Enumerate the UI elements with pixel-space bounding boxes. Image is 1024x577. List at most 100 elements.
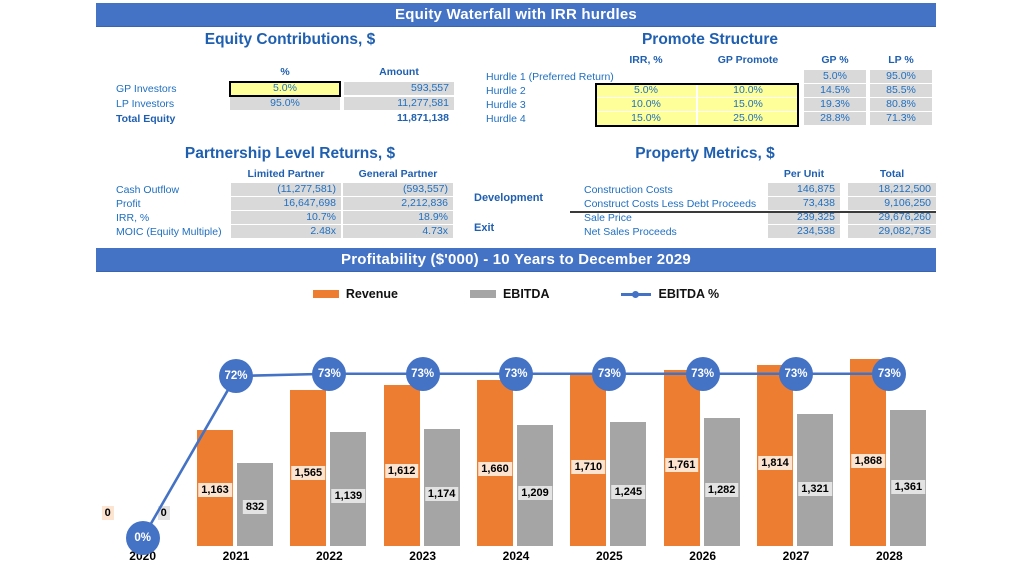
hurdle-3-lp-pct: 80.8% [870, 98, 932, 111]
row-label-irr: IRR, % [116, 212, 150, 224]
ebitda-pct-line-icon [621, 289, 652, 299]
legend-label-ebitda-pct: EBITDA % [658, 287, 720, 301]
row-label-construct-costs-less-debt: Construct Costs Less Debt Proceeds [584, 198, 757, 210]
profit-lp: 16,647,698 [231, 197, 341, 210]
table-row: Hurdle 4 15.0% 25.0% 28.8% 71.3% [486, 112, 936, 126]
table-row: Net Sales Proceeds 234,538 29,082,735 [474, 225, 936, 239]
ebitda-pct-line [141, 372, 890, 539]
partnership-header-lp: Limited Partner [247, 168, 325, 180]
ebitda-pct-marker[interactable]: 73% [312, 356, 347, 391]
row-label-construction-costs: Construction Costs [584, 184, 673, 196]
hurdle-4-lp-pct: 71.3% [870, 112, 932, 125]
hurdle-4-irr-input[interactable]: 15.0% [596, 112, 696, 125]
equity-contributions-table: % Amount GP Investors 5.0% 593,557 LP In… [116, 66, 456, 127]
partnership-header-gp: General Partner [358, 168, 438, 180]
partnership-returns-title: Partnership Level Returns, $ [184, 145, 396, 162]
ebitda-pct-marker[interactable]: 73% [779, 356, 813, 391]
property-header-total: Total [879, 168, 905, 180]
spreadsheet-dashboard: Equity Waterfall with IRR hurdles Equity… [0, 0, 1024, 577]
construct-less-debt-total: 9,106,250 [848, 197, 936, 210]
hurdle-3-irr-input[interactable]: 10.0% [596, 98, 696, 111]
property-group-development: Development [474, 192, 544, 204]
table-row: MOIC (Equity Multiple) 2.48x 4.73x [116, 225, 456, 239]
x-axis-label: 2027 [782, 549, 810, 563]
legend-item-ebitda[interactable]: EBITDA [469, 287, 550, 301]
ebitda-pct-marker[interactable]: 73% [592, 356, 627, 391]
table-row: Profit 16,647,698 2,212,836 [116, 197, 456, 211]
table-row: Total Equity 11,871,138 [116, 112, 456, 127]
x-axis-label: 2021 [222, 549, 250, 563]
hurdle-2-irr-input[interactable]: 5.0% [596, 84, 696, 97]
ebitda-pct-marker[interactable]: 73% [685, 356, 720, 391]
row-label-hurdle-3: Hurdle 3 [486, 99, 526, 111]
hurdle-1-gp-pct: 5.0% [804, 70, 866, 83]
gp-pct-input[interactable]: 5.0% [230, 82, 340, 95]
row-label-gp-investors: GP Investors [116, 83, 177, 95]
legend-item-revenue[interactable]: Revenue [312, 287, 398, 301]
net-sales-total: 29,082,735 [848, 225, 936, 238]
chart-plot-area: 0 0 1,163 832 1,565 1,139 1,612 1,174 1,660 1,209… [96, 306, 936, 555]
hurdle-3-promote-input[interactable]: 15.0% [698, 98, 798, 111]
chart-title-banner: Profitability ($'000) - 10 Years to Dece… [96, 248, 936, 271]
ebitda-pct-marker[interactable]: 73% [872, 356, 907, 391]
irr-gp: 18.9% [343, 211, 453, 224]
row-label-hurdle-1: Hurdle 1 (Preferred Return) [486, 71, 614, 83]
legend-label-ebitda: EBITDA [502, 287, 550, 301]
dashboard-title-banner: Equity Waterfall with IRR hurdles [96, 3, 936, 26]
property-metrics-divider [570, 211, 936, 213]
moic-gp: 4.73x [343, 225, 453, 238]
row-label-cash-outflow: Cash Outflow [116, 184, 180, 196]
hurdle-2-lp-pct: 85.5% [870, 84, 932, 97]
lp-pct-value: 95.0% [230, 97, 340, 110]
partnership-returns-table: Limited Partner General Partner Cash Out… [116, 168, 456, 239]
construct-less-debt-per-unit: 73,438 [768, 197, 840, 210]
x-axis-label: 2022 [315, 549, 343, 563]
table-row: GP Investors 5.0% 593,557 [116, 82, 456, 97]
x-axis-label: 2028 [875, 549, 903, 563]
equity-header-pct: % [280, 66, 290, 78]
equity-contributions-title: Equity Contributions, $ [204, 31, 376, 48]
table-row: Construct Costs Less Debt Proceeds 73,43… [474, 197, 936, 211]
irr-lp: 10.7% [231, 211, 341, 224]
cash-outflow-lp: (11,277,581) [231, 183, 341, 196]
hurdle-4-gp-pct: 28.8% [804, 112, 866, 125]
equity-header-amount: Amount [379, 66, 419, 78]
table-row: LP Investors 95.0% 11,277,581 [116, 97, 456, 112]
ebitda-pct-marker[interactable]: 0% [125, 521, 160, 555]
net-sales-per-unit: 234,538 [768, 225, 840, 238]
property-metrics-title: Property Metrics, $ [635, 145, 775, 162]
row-label-hurdle-4: Hurdle 4 [486, 113, 526, 125]
ebitda-pct-marker[interactable]: 73% [405, 356, 440, 391]
table-row: Cash Outflow (11,277,581) (593,557) [116, 183, 456, 197]
legend-label-revenue: Revenue [345, 287, 398, 301]
hurdle-1-lp-pct: 95.0% [870, 70, 932, 83]
hurdle-4-promote-input[interactable]: 25.0% [698, 112, 798, 125]
ebitda-pct-marker[interactable]: 73% [499, 356, 533, 391]
row-label-lp-investors: LP Investors [116, 98, 175, 110]
property-header-per-unit: Per Unit [783, 168, 825, 180]
moic-lp: 2.48x [231, 225, 341, 238]
table-row: Hurdle 2 5.0% 10.0% 14.5% 85.5% [486, 84, 936, 98]
hurdle-2-promote-input[interactable]: 10.0% [698, 84, 798, 97]
promote-header-lp-pct: LP % [888, 54, 914, 66]
legend-item-ebitda-pct[interactable]: EBITDA % [621, 287, 719, 301]
table-row: Sale Price 239,325 29,676,260 [474, 211, 936, 225]
row-label-hurdle-2: Hurdle 2 [486, 85, 526, 97]
x-axis-label: 2026 [689, 549, 716, 563]
table-row: Hurdle 3 10.0% 15.0% 19.3% 80.8% [486, 98, 936, 112]
x-axis-label: 2025 [595, 549, 623, 563]
revenue-swatch-icon [312, 290, 339, 298]
x-axis-label: 2024 [502, 549, 530, 563]
hurdle-3-gp-pct: 19.3% [804, 98, 866, 111]
row-label-profit: Profit [116, 198, 141, 210]
row-label-total-equity: Total Equity [116, 113, 176, 125]
ebitda-pct-marker[interactable]: 72% [219, 359, 253, 393]
promote-header-gp-pct: GP % [821, 54, 849, 66]
construction-costs-per-unit: 146,875 [768, 183, 840, 196]
promote-header-gp-promote: GP Promote [717, 54, 779, 66]
construction-costs-total: 18,212,500 [848, 183, 936, 196]
promote-header-irr: IRR, % [629, 54, 663, 66]
chart-legend: Revenue EBITDA EBITDA % [96, 283, 936, 305]
table-row: IRR, % 10.7% 18.9% [116, 211, 456, 225]
gp-amount-value: 593,557 [344, 82, 454, 95]
